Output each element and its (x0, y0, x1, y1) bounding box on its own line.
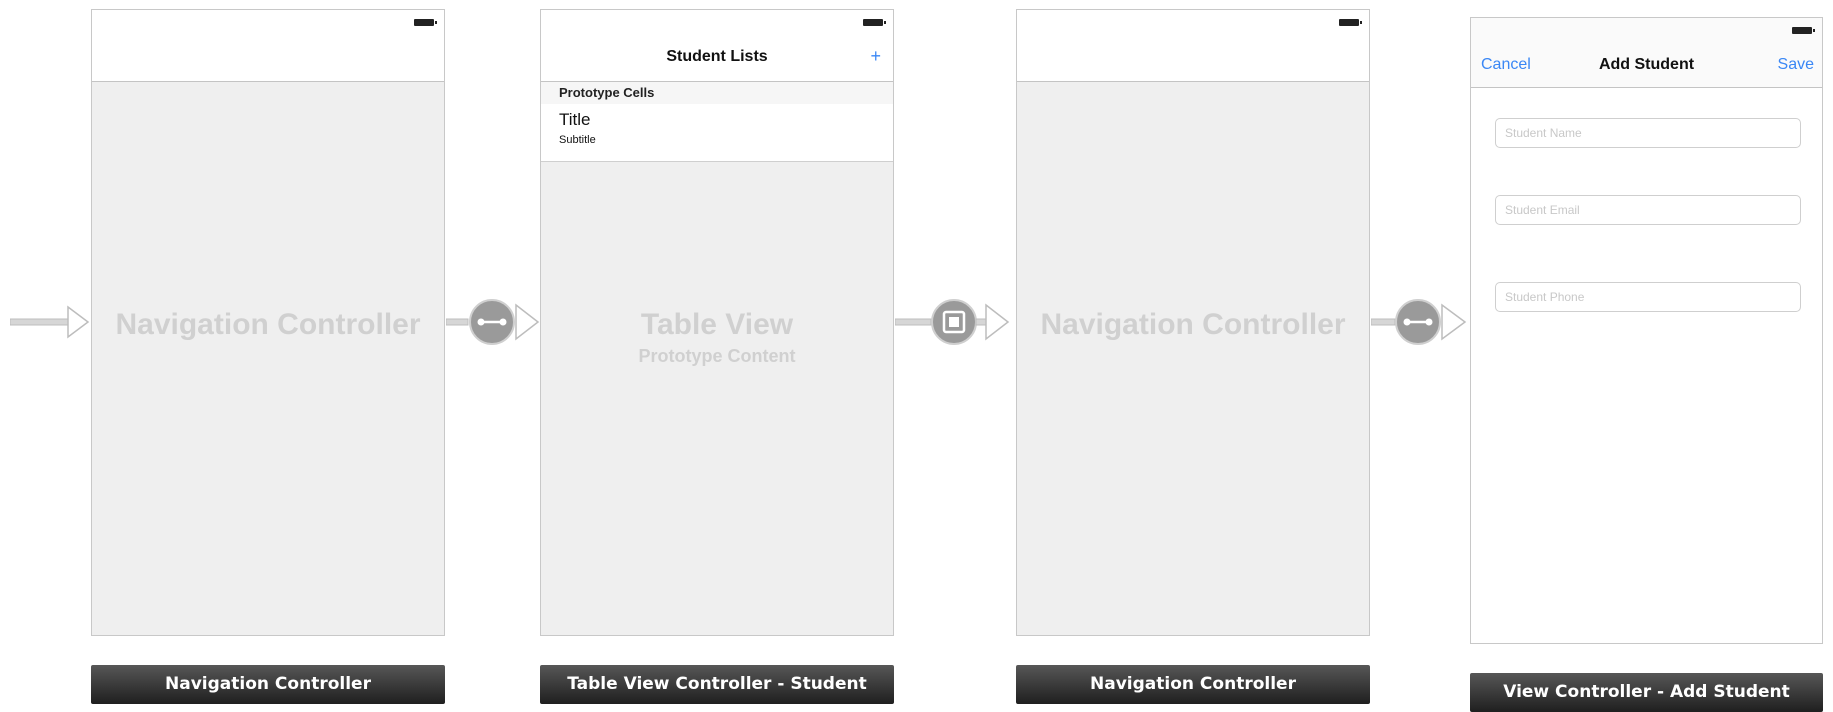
nav-title: Add Student (1598, 56, 1695, 73)
scene-placeholder-title: Navigation Controller (1040, 308, 1346, 341)
battery-icon (1339, 19, 1362, 26)
battery-icon (1792, 27, 1815, 34)
nav-title: Student Lists (666, 48, 768, 65)
battery-icon (414, 19, 437, 26)
scene-placeholder-title: Table View (640, 308, 794, 341)
add-bar-button[interactable]: + (870, 46, 881, 67)
scene-placeholder-subtitle: Prototype Content (638, 346, 796, 366)
prototype-cells-header: Prototype Cells (541, 82, 893, 104)
scene-placeholder-title: Navigation Controller (115, 308, 421, 341)
prototype-cell[interactable]: Title Subtitle (541, 104, 893, 162)
initial-view-controller-arrow (10, 305, 90, 339)
navigation-controller-scene-1[interactable]: Navigation Controller (91, 9, 445, 636)
navigation-bar: Cancel Add Student Save (1471, 18, 1822, 88)
navigation-bar: Student Lists + (541, 10, 893, 82)
navigation-bar (1017, 10, 1369, 82)
cell-subtitle: Subtitle (559, 134, 596, 146)
scene-label-table-view-controller[interactable]: Table View Controller - Student (540, 665, 894, 704)
student-name-field[interactable]: Student Name (1495, 118, 1801, 148)
relationship-segue-2[interactable] (1371, 297, 1471, 347)
navigation-controller-scene-2[interactable]: Navigation Controller (1016, 9, 1370, 636)
scene-label-navigation-controller-2[interactable]: Navigation Controller (1016, 665, 1370, 704)
add-student-view-controller-scene[interactable]: Cancel Add Student Save Student Name Stu… (1470, 17, 1823, 644)
modal-segue[interactable] (895, 297, 1015, 347)
relationship-segue-1[interactable] (446, 297, 542, 347)
scene-label-add-student-view-controller[interactable]: View Controller - Add Student (1470, 673, 1823, 712)
scene-label-navigation-controller-1[interactable]: Navigation Controller (91, 665, 445, 704)
navigation-bar (92, 10, 444, 82)
save-bar-button[interactable]: Save (1778, 56, 1814, 74)
battery-icon (863, 19, 886, 26)
cell-title: Title (559, 110, 591, 129)
table-view-controller-scene[interactable]: Student Lists + Prototype Cells Title Su… (540, 9, 894, 636)
student-phone-field[interactable]: Student Phone (1495, 282, 1801, 312)
student-email-field[interactable]: Student Email (1495, 195, 1801, 225)
